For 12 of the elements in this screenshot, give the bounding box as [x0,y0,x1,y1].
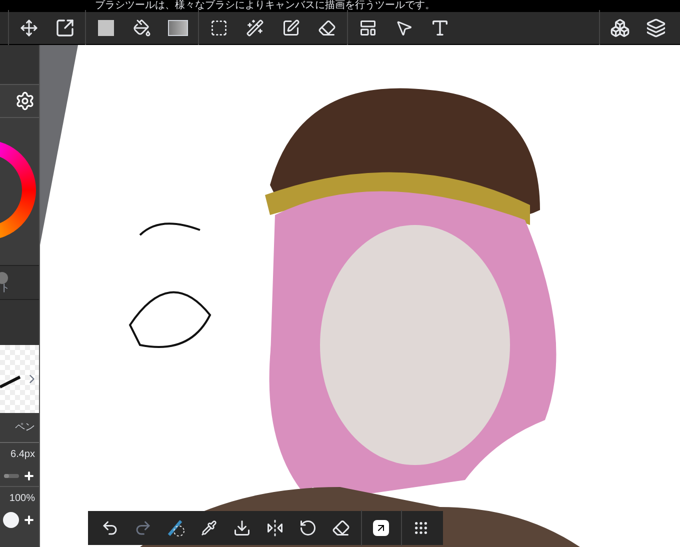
settings-icon[interactable] [15,91,35,111]
opacity-reading: 100% [9,492,36,506]
brush-preview[interactable] [0,345,39,413]
tab-label[interactable]: ト [0,284,10,294]
stroke-icon [0,375,22,389]
slider-track[interactable] [4,474,19,478]
brush-name[interactable]: ペン [15,420,35,435]
tooltip-text: ブラシツールは、様々なブラシによりキャンバスに描画を行うツールです。 [95,0,435,12]
slider-thumb[interactable] [3,512,19,528]
plus-icon[interactable] [23,470,35,482]
size-reading: 6.4px [10,448,36,462]
plus-icon[interactable] [23,514,35,526]
